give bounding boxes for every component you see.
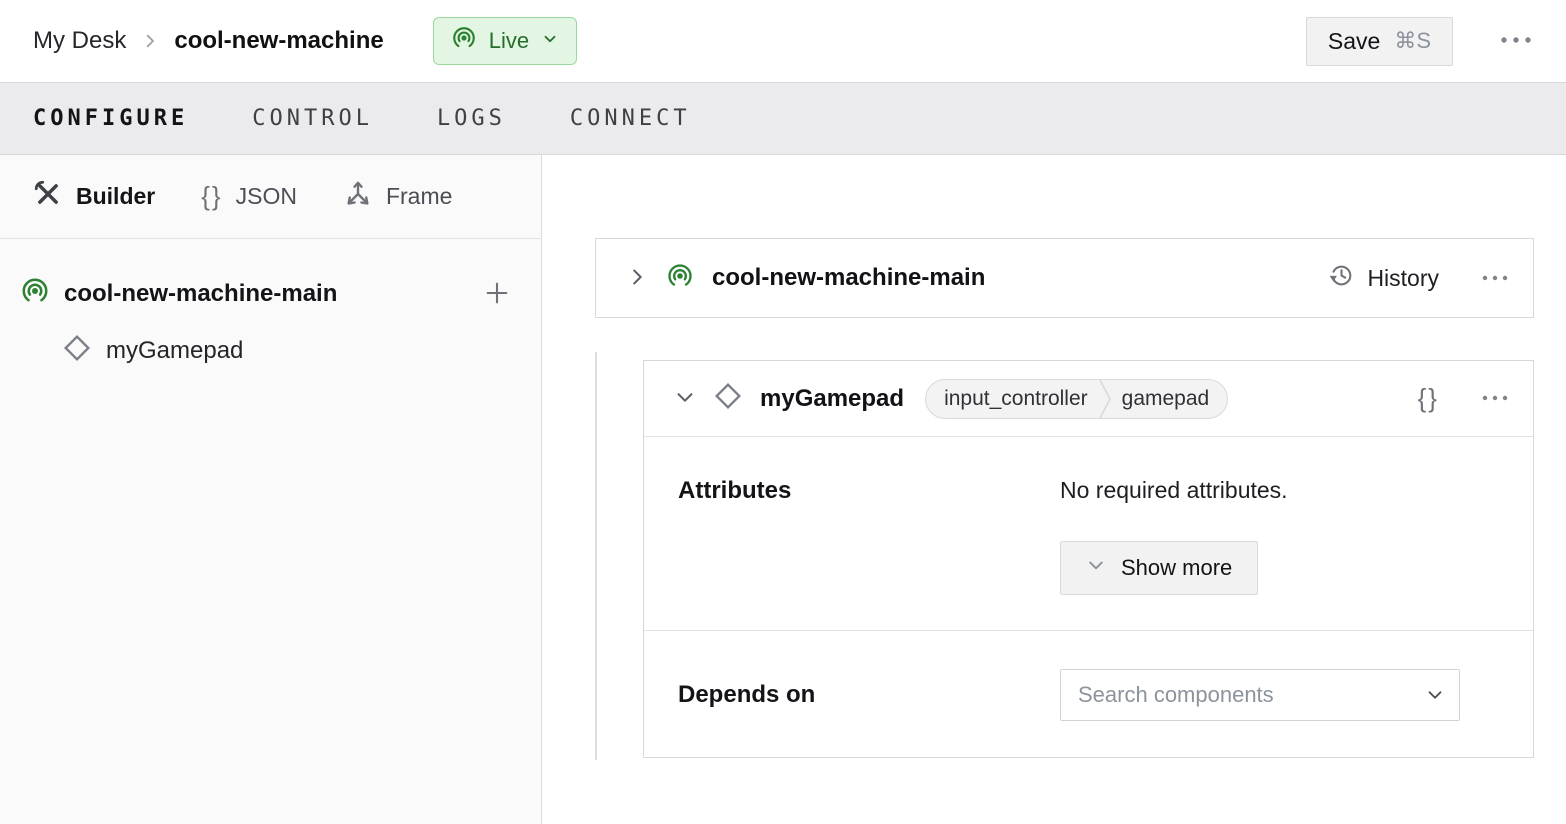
- attributes-label: Attributes: [678, 477, 1060, 505]
- config-sidebar: Builder {} JSON Frame: [0, 155, 542, 824]
- ellipsis-icon: [1499, 34, 1533, 49]
- header-overflow-menu-button[interactable]: [1499, 34, 1533, 49]
- chevron-down-icon: [541, 28, 559, 54]
- component-tree: cool-new-machine-main myGamepad: [0, 239, 541, 379]
- tab-bar: CONFIGURE CONTROL LOGS CONNECT: [0, 82, 1566, 155]
- component-card: myGamepad input_controller gamepad {}: [643, 360, 1534, 758]
- component-card-collapse-button[interactable]: [674, 386, 696, 411]
- attributes-content: No required attributes. Show more: [1060, 477, 1499, 595]
- header-actions: Save ⌘S: [1306, 17, 1533, 66]
- braces-icon: {}: [201, 181, 222, 212]
- app-header: My Desk cool-new-machine Live Save ⌘S: [0, 0, 1566, 82]
- braces-icon: {}: [1418, 383, 1439, 414]
- mode-frame[interactable]: Frame: [343, 179, 452, 215]
- chevron-right-icon: [626, 266, 648, 291]
- view-mode-switch: Builder {} JSON Frame: [0, 155, 541, 239]
- mode-builder[interactable]: Builder: [33, 179, 155, 215]
- chevron-right-icon: [141, 32, 159, 50]
- tab-logs[interactable]: LOGS: [437, 106, 506, 131]
- search-components-input[interactable]: [1060, 669, 1460, 721]
- tree-item-component[interactable]: myGamepad: [62, 323, 511, 379]
- attributes-section: Attributes No required attributes. Show …: [644, 437, 1533, 631]
- component-card-menu-button[interactable]: [1481, 391, 1509, 406]
- tab-control[interactable]: CONTROL: [252, 106, 373, 131]
- mode-builder-label: Builder: [76, 183, 155, 210]
- tree-machine-label: cool-new-machine-main: [64, 280, 337, 308]
- broadcast-icon: [451, 25, 477, 57]
- component-api-label: input_controller: [926, 387, 1098, 411]
- ellipsis-icon: [1481, 391, 1509, 406]
- component-type-badge: input_controller gamepad: [925, 379, 1228, 419]
- machine-card: cool-new-machine-main History: [595, 238, 1534, 318]
- machine-name-title: cool-new-machine: [174, 27, 383, 55]
- component-card-title: myGamepad: [760, 385, 904, 413]
- tools-icon: [33, 179, 63, 215]
- diamond-icon: [62, 333, 92, 370]
- badge-divider-chevron-icon: [1098, 379, 1112, 419]
- show-more-label: Show more: [1121, 555, 1232, 581]
- save-button[interactable]: Save ⌘S: [1306, 17, 1453, 66]
- chevron-down-icon: [674, 386, 696, 411]
- tree-item-machine[interactable]: cool-new-machine-main: [20, 265, 511, 323]
- diamond-icon: [713, 381, 743, 416]
- machine-card-menu-button[interactable]: [1481, 271, 1509, 286]
- component-model-label: gamepad: [1112, 387, 1228, 411]
- depends-on-label: Depends on: [678, 681, 1060, 709]
- tab-configure[interactable]: CONFIGURE: [33, 106, 188, 131]
- mode-json-label: JSON: [236, 183, 297, 210]
- component-card-actions: {}: [1418, 383, 1509, 414]
- edit-json-button[interactable]: {}: [1418, 383, 1439, 414]
- tab-connect[interactable]: CONNECT: [570, 106, 691, 131]
- broadcast-icon: [666, 262, 694, 295]
- history-icon: [1328, 262, 1355, 295]
- breadcrumb-parent-link[interactable]: My Desk: [33, 27, 126, 55]
- machine-card-header: cool-new-machine-main History: [596, 239, 1533, 317]
- history-button[interactable]: History: [1328, 262, 1439, 295]
- machine-card-title: cool-new-machine-main: [712, 264, 985, 292]
- broadcast-icon: [20, 276, 50, 313]
- attributes-empty-text: No required attributes.: [1060, 477, 1499, 504]
- machine-card-actions: History: [1328, 262, 1509, 295]
- ellipsis-icon: [1481, 271, 1509, 286]
- breadcrumb: My Desk cool-new-machine: [33, 27, 384, 55]
- machine-card-expand-button[interactable]: [626, 266, 648, 291]
- status-badge-label: Live: [489, 28, 529, 54]
- depends-on-section: Depends on: [644, 631, 1533, 759]
- plus-icon: [483, 279, 511, 310]
- chevron-down-icon: [1086, 555, 1106, 581]
- tree-connector-line: [595, 352, 597, 760]
- content-area: Builder {} JSON Frame: [0, 155, 1566, 824]
- mode-frame-label: Frame: [386, 183, 452, 210]
- config-main-panel: cool-new-machine-main History: [542, 155, 1566, 824]
- mode-json[interactable]: {} JSON: [201, 181, 297, 212]
- depends-on-select[interactable]: [1060, 669, 1460, 721]
- tree-component-label: myGamepad: [106, 337, 243, 365]
- add-component-button[interactable]: [483, 279, 511, 310]
- save-button-label: Save: [1328, 28, 1380, 55]
- save-shortcut-hint: ⌘S: [1394, 28, 1431, 54]
- machine-status-dropdown[interactable]: Live: [433, 17, 577, 65]
- component-card-header: myGamepad input_controller gamepad {}: [644, 361, 1533, 437]
- depends-on-content: [1060, 669, 1499, 721]
- history-button-label: History: [1367, 265, 1439, 292]
- frame-axes-icon: [343, 179, 373, 215]
- show-more-button[interactable]: Show more: [1060, 541, 1258, 595]
